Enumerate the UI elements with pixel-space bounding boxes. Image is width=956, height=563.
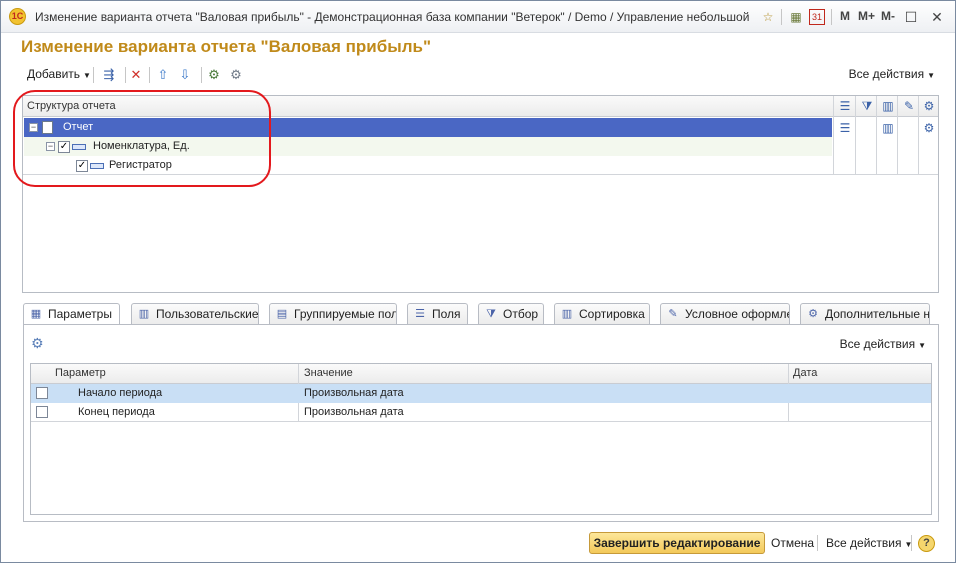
separator bbox=[831, 9, 832, 25]
help-icon[interactable]: ? bbox=[918, 535, 935, 552]
fields-icon: ☰ bbox=[415, 308, 425, 320]
tab-sort[interactable]: ▥ Сортировка bbox=[554, 303, 650, 325]
structure-toolbar: Добавить ▼ ⇶ ✕ ⇧ ⇩ ⚙ ⚙ Все действия ▼ bbox=[21, 65, 941, 85]
sort-column-icon[interactable]: ▥ bbox=[879, 98, 897, 114]
tab-conditional-format[interactable]: ✎ Условное оформлен bbox=[660, 303, 790, 325]
table-row[interactable]: Начало периода Произвольная дата bbox=[31, 384, 931, 403]
separator bbox=[911, 535, 912, 551]
move-down-icon[interactable]: ⇩ bbox=[176, 66, 194, 84]
tab-filter[interactable]: ⧩ Отбор bbox=[478, 303, 544, 325]
extra-settings-icon: ⚙ bbox=[808, 308, 818, 320]
column-header-value[interactable]: Значение bbox=[304, 367, 353, 379]
title-bar: 1С Изменение варианта отчета "Валовая пр… bbox=[1, 1, 955, 33]
tab-label: Параметры bbox=[48, 307, 112, 321]
move-up-icon[interactable]: ⇧ bbox=[154, 66, 172, 84]
grouping-fields-icon: ▤ bbox=[276, 308, 288, 320]
highlight-annotation bbox=[13, 90, 271, 187]
sort-cell-icon[interactable]: ▥ bbox=[879, 120, 897, 136]
cancel-button[interactable]: Отмена bbox=[771, 536, 814, 550]
tab-label: Отбор bbox=[503, 307, 539, 321]
tab-label: Пользовательские bbox=[156, 307, 259, 321]
add-grouping-icon[interactable]: ⇶ bbox=[100, 66, 118, 84]
separator bbox=[781, 9, 782, 25]
all-actions-label: Все действия bbox=[826, 536, 902, 550]
memory-plus-button[interactable]: M+ bbox=[858, 9, 875, 23]
tab-fields[interactable]: ☰ Поля bbox=[407, 303, 468, 325]
param-value[interactable]: Произвольная дата bbox=[304, 387, 404, 399]
all-actions-menu[interactable]: Все действия ▼ bbox=[849, 67, 935, 81]
separator bbox=[817, 535, 818, 551]
separator bbox=[201, 67, 202, 83]
minimize-icon: ☐ bbox=[904, 9, 918, 25]
add-button-label: Добавить bbox=[27, 67, 81, 81]
close-button[interactable]: ✕ bbox=[927, 7, 947, 27]
chevron-down-icon: ▼ bbox=[927, 71, 935, 80]
table-header: Параметр Значение Дата bbox=[31, 364, 931, 384]
separator bbox=[125, 67, 126, 83]
delete-icon[interactable]: ✕ bbox=[127, 66, 145, 84]
tab-label: Условное оформлен bbox=[685, 307, 790, 321]
close-icon: ✕ bbox=[931, 9, 943, 25]
fields-cell-icon[interactable]: ☰ bbox=[836, 120, 854, 136]
column-divider bbox=[833, 96, 834, 174]
report-variant-window: 1С Изменение варианта отчета "Валовая пр… bbox=[0, 0, 956, 563]
param-name: Конец периода bbox=[78, 406, 155, 418]
chevron-down-icon: ▼ bbox=[83, 71, 91, 80]
param-name: Начало периода bbox=[78, 387, 163, 399]
memory-m-button[interactable]: M bbox=[840, 9, 850, 23]
column-divider bbox=[876, 96, 877, 174]
tab-label: Группируемые поля bbox=[294, 307, 397, 321]
finish-editing-button[interactable]: Завершить редактирование bbox=[589, 532, 765, 554]
settings-cell-icon[interactable]: ⚙ bbox=[920, 120, 938, 136]
calculator-icon[interactable]: ▦ bbox=[788, 9, 804, 25]
separator bbox=[149, 67, 150, 83]
params-all-actions-menu[interactable]: Все действия ▼ bbox=[840, 337, 926, 351]
all-actions-label: Все действия bbox=[848, 67, 925, 81]
settings-icon[interactable]: ⚙ bbox=[227, 66, 245, 84]
conditional-format-icon: ✎ bbox=[668, 308, 678, 320]
tab-extra-settings[interactable]: ⚙ Дополнительные на bbox=[800, 303, 930, 325]
column-divider bbox=[855, 96, 856, 174]
tab-label: Сортировка bbox=[579, 307, 645, 321]
user-fields-icon: ▥ bbox=[138, 308, 150, 320]
all-actions-label: Все действия bbox=[839, 337, 916, 351]
column-header-date[interactable]: Дата bbox=[793, 367, 817, 379]
filter-icon: ⧩ bbox=[486, 308, 496, 320]
page-title: Изменение варианта отчета "Валовая прибы… bbox=[21, 37, 432, 56]
add-button[interactable]: Добавить ▼ bbox=[27, 67, 91, 81]
param-checkbox[interactable] bbox=[36, 406, 48, 418]
add-parameter-icon[interactable]: ⚙ bbox=[31, 335, 44, 352]
app-logo-icon[interactable]: 1С bbox=[9, 8, 26, 25]
param-checkbox[interactable] bbox=[36, 387, 48, 399]
parameters-panel: ⚙ Все действия ▼ Параметр Значение Дата Н… bbox=[23, 324, 939, 522]
fields-column-icon[interactable]: ☰ bbox=[836, 98, 854, 114]
tab-label: Поля bbox=[432, 307, 461, 321]
sort-icon: ▥ bbox=[561, 308, 573, 320]
param-value[interactable]: Произвольная дата bbox=[304, 406, 404, 418]
column-divider bbox=[918, 96, 919, 174]
footer-all-actions-menu[interactable]: Все действия ▼ bbox=[826, 536, 912, 550]
column-divider bbox=[897, 96, 898, 174]
parameters-table[interactable]: Параметр Значение Дата Начало периода Пр… bbox=[30, 363, 932, 515]
favorite-star-icon[interactable]: ☆ bbox=[760, 9, 776, 25]
params-icon: ▦ bbox=[30, 308, 42, 320]
settings-column-icon[interactable]: ⚙ bbox=[920, 98, 938, 114]
memory-minus-button[interactable]: M- bbox=[881, 9, 895, 23]
settings-tabs: ▦ Параметры ▥ Пользовательские ▤ Группируем… bbox=[23, 303, 939, 326]
filter-column-icon[interactable]: ⧩ bbox=[858, 98, 876, 114]
column-header-param[interactable]: Параметр bbox=[55, 367, 106, 379]
tab-label: Дополнительные на bbox=[825, 307, 930, 321]
window-title: Изменение варианта отчета "Валовая прибы… bbox=[35, 10, 751, 24]
separator bbox=[93, 67, 94, 83]
chevron-down-icon: ▼ bbox=[918, 341, 926, 350]
format-column-icon[interactable]: ✎ bbox=[900, 98, 918, 114]
tab-parameters[interactable]: ▦ Параметры bbox=[23, 303, 120, 326]
add-settings-icon[interactable]: ⚙ bbox=[205, 66, 223, 84]
table-row[interactable]: Конец периода Произвольная дата bbox=[31, 403, 931, 422]
tab-user-settings[interactable]: ▥ Пользовательские bbox=[131, 303, 259, 325]
tab-grouping-fields[interactable]: ▤ Группируемые поля bbox=[269, 303, 397, 325]
calendar-icon[interactable]: 31 bbox=[809, 9, 825, 25]
minimize-button[interactable]: ☐ bbox=[901, 7, 921, 27]
